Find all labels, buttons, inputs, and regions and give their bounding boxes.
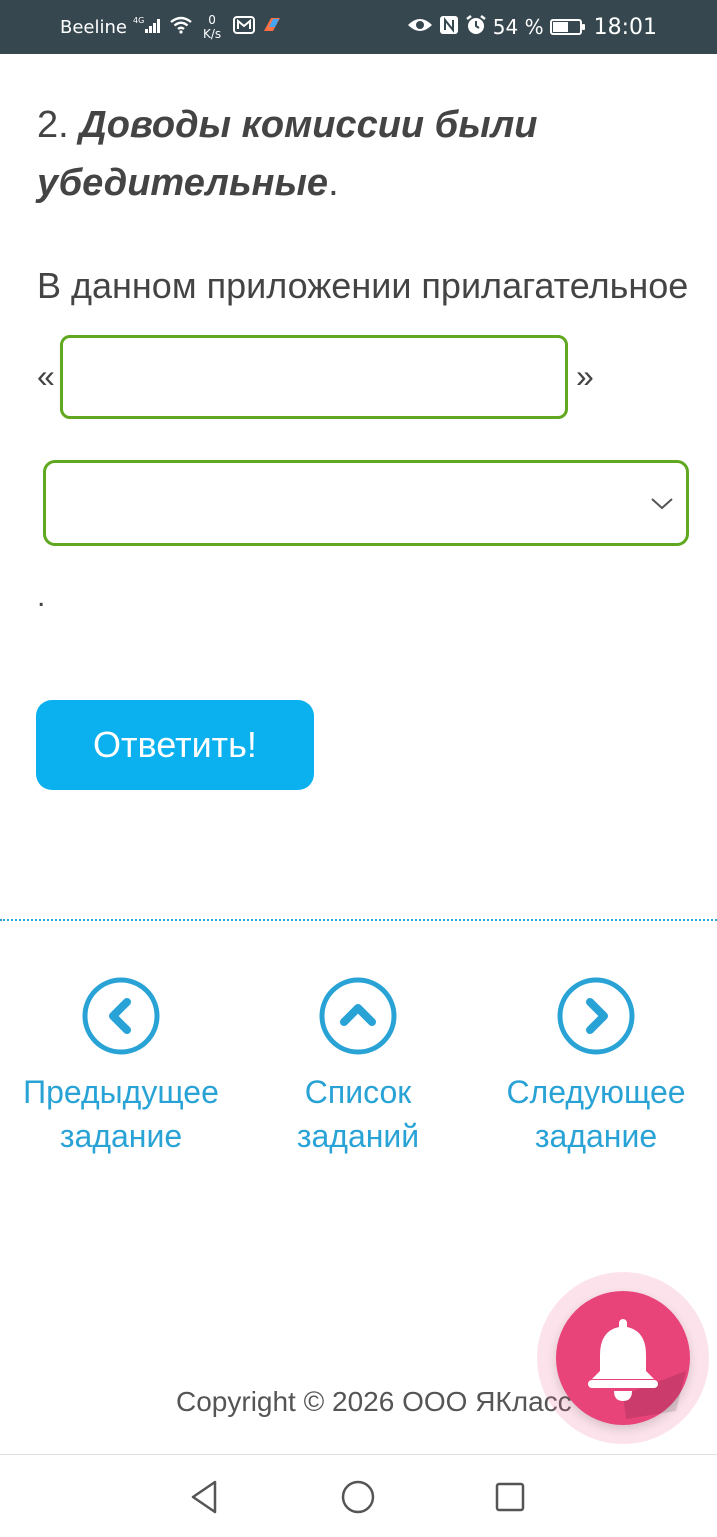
task-list-link[interactable]: Список заданий [243,976,473,1158]
status-left: Beeline 4G 0 K/s [60,0,283,54]
sentence-dot: . [37,580,46,613]
network-type: 4G [133,16,144,25]
nfc-icon [439,15,459,39]
bell-icon [588,1319,686,1419]
answer-select[interactable] [43,460,689,546]
chevron-right-icon [557,977,635,1055]
task-list-label: Список заданий [243,1070,473,1158]
prev-task-label-line1: Предыдущее [23,1074,219,1110]
next-task-label-line2: задание [534,1118,658,1154]
submit-answer-button[interactable]: Ответить! [36,700,314,790]
prev-task-label-line2: задание [59,1118,183,1154]
speed-unit: K/s [202,27,222,41]
answer-input[interactable] [60,335,568,419]
section-divider [0,919,717,921]
question-text: 2. Доводы комиссии были убедительные. [37,96,677,212]
system-navigation-bar [0,1454,717,1537]
chevron-left-icon [82,977,160,1055]
question-end: . [328,162,339,204]
signal-icon: 4G [133,15,163,39]
next-task-link[interactable]: Следующее задание [481,976,711,1158]
question-number: 2. [37,104,69,146]
status-right: 54 % 18:01 [407,0,657,54]
alarm-icon [465,14,487,40]
bell-button-circle[interactable] [556,1291,690,1425]
battery-icon [549,19,585,35]
home-icon[interactable] [338,1477,378,1517]
carrier-name: Beeline [60,16,127,38]
task-list-label-line1: Список [304,1074,412,1110]
app-notification-icon [261,15,283,39]
task-prompt: В данном приложении прилагательное [37,265,689,306]
back-icon[interactable] [185,1477,225,1517]
speed-value: 0 [208,13,216,27]
mail-app-icon [233,15,256,39]
chevron-down-icon [651,498,673,510]
close-quote: » [576,358,594,394]
recent-apps-icon[interactable] [490,1477,530,1517]
next-task-label-line1: Следующее [506,1074,686,1110]
prev-task-link[interactable]: Предыдущее задание [6,976,236,1158]
open-quote: « [37,358,55,394]
task-list-label-line2: заданий [296,1118,420,1154]
prev-task-label: Предыдущее задание [6,1070,236,1158]
clock: 18:01 [593,14,657,40]
eye-icon [407,15,433,39]
network-speed: 0 K/s [203,13,221,41]
question-sentence: Доводы комиссии были убедительные [37,104,538,204]
status-bar: Beeline 4G 0 K/s 54 % 18:01 [0,0,717,54]
next-task-label: Следующее задание [481,1070,711,1158]
chevron-up-icon [319,977,397,1055]
wifi-icon [169,15,193,39]
copyright-text: Copyright © 2026 ООО ЯКласс [176,1386,572,1417]
notification-bell-button[interactable] [537,1272,709,1444]
battery-percent: 54 % [492,15,544,39]
